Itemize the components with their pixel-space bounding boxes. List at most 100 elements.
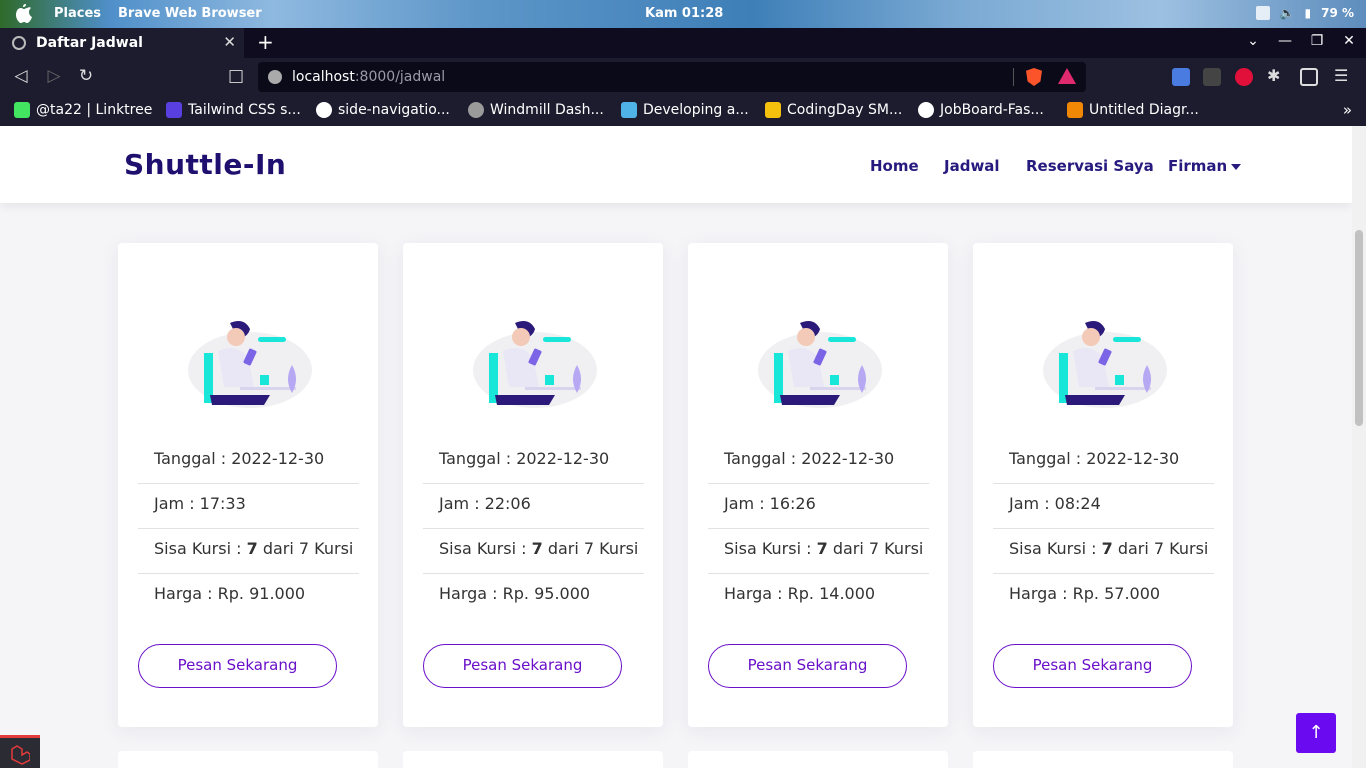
pesan-sekarang-button[interactable]: Pesan Sekarang — [423, 644, 622, 688]
maximize-icon[interactable]: ❐ — [1310, 33, 1324, 49]
nav-home[interactable]: Home — [870, 157, 919, 175]
diagrams-icon — [1067, 102, 1083, 118]
tanggal-text: Tanggal : 2022-12-30 — [993, 439, 1214, 484]
harga-text: Harga : Rp. 95.000 — [439, 584, 591, 603]
schedule-card: Tanggal : 2022-12-30 Jam : 16:26 Sisa Ku… — [688, 243, 948, 727]
schedule-card: Tanggal : 2022-12-30 Jam : 08:24 Sisa Ku… — [973, 243, 1233, 727]
clock[interactable]: Kam 01:28 — [645, 6, 723, 21]
nav-jadwal[interactable]: Jadwal — [944, 157, 1000, 175]
scroll-to-top-button[interactable]: ↑ — [1296, 713, 1336, 753]
caret-down-icon — [1231, 163, 1242, 170]
tab-daftar-jadwal[interactable]: Daftar Jadwal ✕ — [0, 28, 244, 58]
page-scrollbar[interactable] — [1352, 126, 1366, 768]
sisa-kursi-text: Sisa Kursi : 7 dari 7 Kursi — [993, 529, 1214, 574]
brave-rewards-icon[interactable] — [1058, 68, 1076, 84]
schedule-card: Tanggal : 2022-12-30 Jam : 17:33 Sisa Ku… — [118, 243, 378, 727]
harga-text: Harga : Rp. 57.000 — [1009, 584, 1161, 603]
extension-icon[interactable] — [1203, 68, 1221, 86]
schedule-details: Tanggal : 2022-12-30 Jam : 22:06 Sisa Ku… — [423, 439, 644, 619]
tab-strip: Daftar Jadwal ✕ + ⌄ — ❐ ✕ — [0, 28, 1366, 58]
schedule-card-partial — [973, 751, 1233, 768]
new-tab-button[interactable]: + — [257, 30, 274, 54]
laravel-logo-icon — [11, 745, 31, 765]
bookmark-item[interactable]: @ta22 | Linktree — [14, 102, 152, 118]
arrow-up-icon: ↑ — [1308, 722, 1324, 743]
site-navbar: Shuttle-In Home Jadwal Reservasi Saya Fi… — [0, 126, 1352, 203]
tab-list-chevron-icon[interactable]: ⌄ — [1246, 33, 1260, 49]
page-content: Shuttle-In Home Jadwal Reservasi Saya Fi… — [0, 126, 1352, 768]
bookmark-item[interactable]: Tailwind CSS s... — [166, 102, 301, 118]
traveler-illustration — [1043, 321, 1167, 408]
bookmark-item[interactable]: Untitled Diagr... — [1067, 102, 1199, 118]
box-icon — [621, 102, 637, 118]
close-window-icon[interactable]: ✕ — [1342, 33, 1356, 49]
site-info-icon[interactable] — [268, 70, 282, 84]
jam-text: Jam : 17:33 — [138, 484, 359, 529]
sisa-kursi-text: Sisa Kursi : 7 dari 7 Kursi — [423, 529, 644, 574]
adblock-plus-icon[interactable] — [1235, 68, 1253, 86]
url-text[interactable]: localhost:8000/jadwal — [292, 69, 445, 85]
tanggal-text: Tanggal : 2022-12-30 — [708, 439, 929, 484]
linktree-icon — [14, 102, 30, 118]
window-controls: ⌄ — ❐ ✕ — [1246, 33, 1356, 49]
battery-percent: 79 % — [1321, 6, 1354, 20]
bookmark-item[interactable]: Windmill Dash... — [468, 102, 604, 118]
forward-icon[interactable]: ▷ — [43, 66, 65, 86]
puzzle-extensions-icon[interactable]: ✱ — [1267, 66, 1285, 85]
globe-icon — [12, 36, 26, 50]
jam-text: Jam : 16:26 — [708, 484, 929, 529]
wallet-icon[interactable] — [1300, 68, 1318, 86]
user-dropdown[interactable]: Firman — [1168, 157, 1242, 175]
bookmark-item[interactable]: Developing a... — [621, 102, 749, 118]
pesan-sekarang-button[interactable]: Pesan Sekarang — [138, 644, 337, 688]
traveler-illustration — [188, 321, 312, 408]
schedule-details: Tanggal : 2022-12-30 Jam : 17:33 Sisa Ku… — [138, 439, 359, 619]
schedule-card-partial — [118, 751, 378, 768]
more-bookmarks-icon[interactable]: » — [1343, 101, 1352, 119]
reload-icon[interactable]: ↻ — [75, 66, 97, 86]
sisa-kursi-text: Sisa Kursi : 7 dari 7 Kursi — [138, 529, 359, 574]
minimize-icon[interactable]: — — [1278, 33, 1292, 49]
os-top-bar: Places Brave Web Browser Kam 01:28 🔈 ▮ 7… — [0, 0, 1366, 28]
volume-icon[interactable]: 🔈 — [1280, 6, 1295, 20]
question-icon[interactable] — [1255, 6, 1270, 20]
schedule-details: Tanggal : 2022-12-30 Jam : 16:26 Sisa Ku… — [708, 439, 929, 619]
github-icon — [316, 102, 332, 118]
divider — [1013, 68, 1014, 86]
address-bar[interactable]: localhost:8000/jadwal — [258, 62, 1086, 92]
translate-extension-icon[interactable] — [1172, 68, 1190, 86]
battery-icon[interactable]: ▮ — [1304, 6, 1311, 20]
google-drive-icon — [765, 102, 781, 118]
nav-reservasi-saya[interactable]: Reservasi Saya — [1026, 157, 1154, 175]
brand-logo[interactable]: Shuttle-In — [124, 148, 286, 181]
bookmark-item[interactable]: CodingDay SM... — [765, 102, 902, 118]
sisa-kursi-text: Sisa Kursi : 7 dari 7 Kursi — [708, 529, 929, 574]
apple-logo-icon[interactable] — [14, 4, 32, 24]
brave-shields-icon[interactable] — [1026, 68, 1042, 86]
pesan-sekarang-button[interactable]: Pesan Sekarang — [993, 644, 1192, 688]
traveler-illustration — [473, 321, 597, 408]
tab-title: Daftar Jadwal — [36, 35, 143, 51]
bookmarks-bar: @ta22 | Linktree Tailwind CSS s... side-… — [0, 96, 1366, 126]
scrollbar-thumb[interactable] — [1355, 230, 1363, 426]
system-tray: 🔈 ▮ 79 % — [1255, 6, 1354, 20]
close-tab-icon[interactable]: ✕ — [223, 33, 236, 51]
github-icon — [918, 102, 934, 118]
jam-text: Jam : 22:06 — [423, 484, 644, 529]
tailwind-icon — [166, 102, 182, 118]
menu-icon[interactable]: ☰ — [1334, 66, 1352, 85]
bookmark-item[interactable]: JobBoard-Fas... — [918, 102, 1044, 118]
app-menu[interactable]: Brave Web Browser — [118, 6, 262, 21]
harga-text: Harga : Rp. 91.000 — [154, 584, 306, 603]
tanggal-text: Tanggal : 2022-12-30 — [138, 439, 359, 484]
bookmark-icon[interactable]: □ — [225, 66, 247, 86]
jam-text: Jam : 08:24 — [993, 484, 1214, 529]
pesan-sekarang-button[interactable]: Pesan Sekarang — [708, 644, 907, 688]
schedule-card: Tanggal : 2022-12-30 Jam : 22:06 Sisa Ku… — [403, 243, 663, 727]
bookmark-item[interactable]: side-navigatio... — [316, 102, 450, 118]
laravel-debugbar-toggle[interactable] — [0, 735, 40, 768]
globe-icon — [468, 102, 484, 118]
traveler-illustration — [758, 321, 882, 408]
places-menu[interactable]: Places — [54, 6, 101, 21]
back-icon[interactable]: ◁ — [10, 66, 32, 86]
